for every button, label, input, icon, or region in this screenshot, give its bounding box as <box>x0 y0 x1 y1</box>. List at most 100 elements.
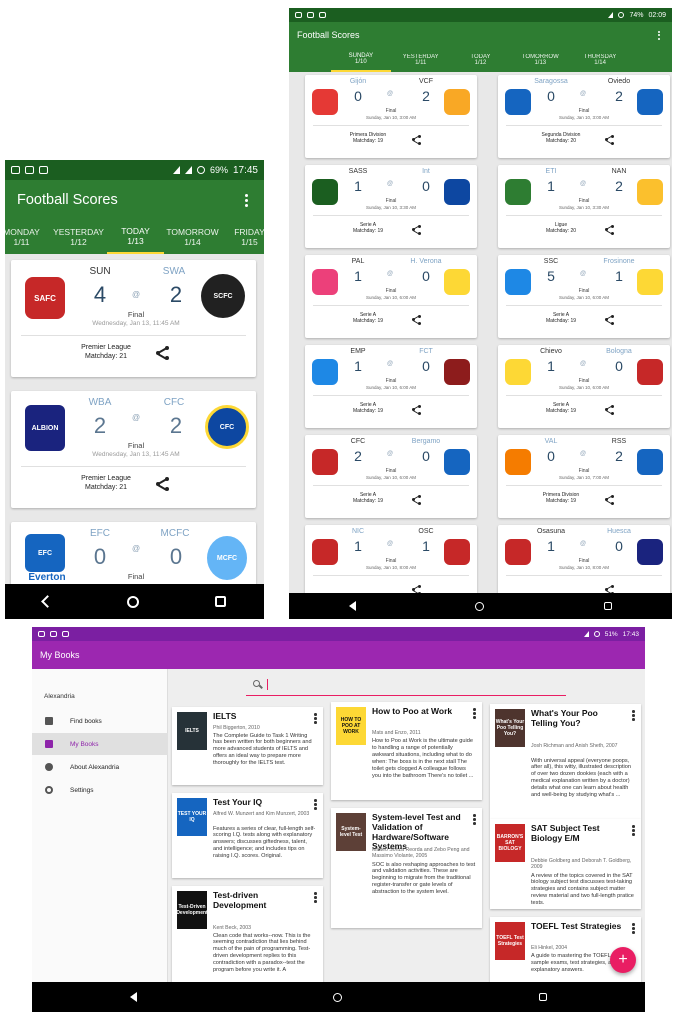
match-card[interactable]: ETI NAN 1 @ 2 Final Sunday, Jan 10, 3:30… <box>498 165 670 248</box>
book-card[interactable]: What's Your Poo Telling You? What's Your… <box>490 704 641 819</box>
book-menu-icon[interactable] <box>314 892 317 903</box>
league-info: Serie A Matchday: 19 <box>352 492 384 505</box>
book-menu-icon[interactable] <box>632 710 635 721</box>
tab-yesterday[interactable]: YESTERDAY 1/12 <box>50 220 107 254</box>
book-menu-icon[interactable] <box>314 713 317 724</box>
at-separator: @ <box>131 544 141 553</box>
book-cover: TOEFL Test Strategies <box>495 922 525 960</box>
add-book-button[interactable]: + <box>610 947 636 973</box>
overflow-menu-icon[interactable] <box>654 27 664 44</box>
match-status: Final <box>578 288 590 294</box>
tab-sunday[interactable]: SUNDAY 1/10 <box>331 48 391 72</box>
back-icon[interactable] <box>40 595 54 608</box>
share-icon[interactable] <box>412 495 421 505</box>
recents-icon[interactable] <box>604 602 613 610</box>
tablet-screen: 74% 02:09 Football Scores SUNDAY 1/10 YES… <box>289 8 672 619</box>
book-card[interactable]: System-level Test System-level Test and … <box>331 808 482 928</box>
overflow-menu-icon[interactable] <box>241 190 252 211</box>
home-crest <box>505 179 531 205</box>
info-icon <box>45 763 53 771</box>
away-team-code: Frosinone <box>603 258 635 265</box>
match-card[interactable]: SASS Int 1 @ 0 Final Sunday, Jan 10, 3:3… <box>305 165 477 248</box>
league-info: Ligue Matchday: 20 <box>545 222 577 235</box>
at-separator: @ <box>386 181 394 187</box>
match-datetime: Sunday, Jan 10, 6:00 AM <box>559 385 609 390</box>
share-icon[interactable] <box>412 135 421 145</box>
book-menu-icon[interactable] <box>314 799 317 810</box>
away-team-code: Int <box>422 168 430 175</box>
app-title: My Books <box>40 650 80 660</box>
match-card[interactable]: Chievo Bologna 1 @ 0 Final Sunday, Jan 1… <box>498 345 670 428</box>
match-datetime: Sunday, Jan 10, 6:00 AM <box>559 295 609 300</box>
swansea-crest: SCFC <box>201 274 245 318</box>
android-icon <box>62 631 69 637</box>
league-info: Serie A Matchday: 19 <box>352 222 384 235</box>
share-icon[interactable] <box>412 225 421 235</box>
clock: 17:45 <box>232 164 258 176</box>
tab-today[interactable]: TODAY 1/12 <box>451 48 511 72</box>
home-crest <box>505 359 531 385</box>
tab-tomorrow[interactable]: TOMORROW 1/13 <box>510 48 570 72</box>
tab-friday[interactable]: FRIDAY 1/15 <box>221 220 264 254</box>
book-card[interactable]: BARRON'S SAT BIOLOGY SAT Subject Test Bi… <box>490 819 641 909</box>
home-crest <box>505 89 531 115</box>
home-team-code: CFC <box>350 438 366 445</box>
match-card[interactable]: ALBION CFC WBA CFC 2 @ 2 Final Wednesday… <box>11 391 256 508</box>
away-crest <box>637 449 663 475</box>
share-icon[interactable] <box>156 346 170 360</box>
match-card[interactable]: PAL H. Verona 1 @ 0 Final Sunday, Jan 10… <box>305 255 477 338</box>
settings-icon <box>45 786 53 794</box>
share-icon[interactable] <box>156 477 170 491</box>
recents-icon[interactable] <box>538 993 547 1001</box>
match-card[interactable]: CFC Bergamo 2 @ 0 Final Sunday, Jan 10, … <box>305 435 477 518</box>
home-icon[interactable] <box>127 595 140 608</box>
battery-saver-icon <box>196 166 205 174</box>
book-menu-icon[interactable] <box>473 814 476 825</box>
drawer-item-my-books[interactable]: My Books <box>32 733 168 755</box>
match-card[interactable]: VAL RSS 0 @ 2 Final Sunday, Jan 10, 7:00… <box>498 435 670 518</box>
match-card[interactable]: SSC Frosinone 5 @ 1 Final Sunday, Jan 10… <box>498 255 670 338</box>
book-card[interactable]: HOW TO POO AT WORK How to Poo at Work Ma… <box>331 702 482 800</box>
drawer-item-find-books[interactable]: Find books <box>32 710 168 732</box>
tab-thursday[interactable]: THURSDAY 1/14 <box>570 48 630 72</box>
away-score: 2 <box>615 178 623 194</box>
match-card[interactable]: SAFC SCFC SUN SWA 4 @ 2 Final Wednesday,… <box>11 260 256 377</box>
tab-yesterday[interactable]: YESTERDAY 1/11 <box>391 48 451 72</box>
back-icon[interactable] <box>348 601 356 611</box>
home-icon[interactable] <box>475 601 485 611</box>
match-card[interactable]: Saragossa Oviedo 0 @ 2 Final Sunday, Jan… <box>498 75 670 158</box>
share-icon[interactable] <box>605 495 614 505</box>
home-icon[interactable] <box>333 992 343 1002</box>
tab-today[interactable]: TODAY 1/13 <box>107 220 164 254</box>
share-icon[interactable] <box>412 315 421 325</box>
share-icon[interactable] <box>605 225 614 235</box>
book-title: Test Your IQ <box>213 797 263 807</box>
book-menu-icon[interactable] <box>632 825 635 836</box>
share-icon[interactable] <box>605 135 614 145</box>
match-datetime: Sunday, Jan 10, 6:00 AM <box>366 475 416 480</box>
book-menu-icon[interactable] <box>632 923 635 934</box>
home-crest <box>312 179 338 205</box>
back-icon[interactable] <box>130 992 138 1002</box>
match-card[interactable]: EMP FCT 1 @ 0 Final Sunday, Jan 10, 6:00… <box>305 345 477 428</box>
book-card[interactable]: TEST YOUR IQ Test Your IQ Alfred W. Munz… <box>172 793 323 878</box>
book-card[interactable]: IELTS IELTS Phil Biggerton, 2010 The Com… <box>172 707 323 785</box>
search-bar[interactable] <box>246 677 566 697</box>
divider <box>21 335 246 336</box>
book-author: Josh Richman and Anish Sheth, 2007 <box>531 742 618 749</box>
book-title: IELTS <box>213 711 237 721</box>
home-score: 0 <box>547 88 555 104</box>
share-icon[interactable] <box>605 405 614 415</box>
match-card[interactable]: Gijón VCF 0 @ 2 Final Sunday, Jan 10, 3:… <box>305 75 477 158</box>
drawer-item-settings[interactable]: Settings <box>32 779 168 801</box>
away-team-code: Bologna <box>606 348 632 355</box>
tab-tomorrow[interactable]: TOMORROW 1/14 <box>164 220 221 254</box>
share-icon[interactable] <box>412 405 421 415</box>
recents-icon[interactable] <box>215 596 227 607</box>
book-card[interactable]: Test-Driven Development Test-driven Deve… <box>172 886 323 984</box>
drawer-item-about[interactable]: About Alexandria <box>32 756 168 778</box>
tab-monday[interactable]: MONDAY 1/11 <box>5 220 50 254</box>
home-crest <box>505 449 531 475</box>
share-icon[interactable] <box>605 315 614 325</box>
book-menu-icon[interactable] <box>473 708 476 719</box>
